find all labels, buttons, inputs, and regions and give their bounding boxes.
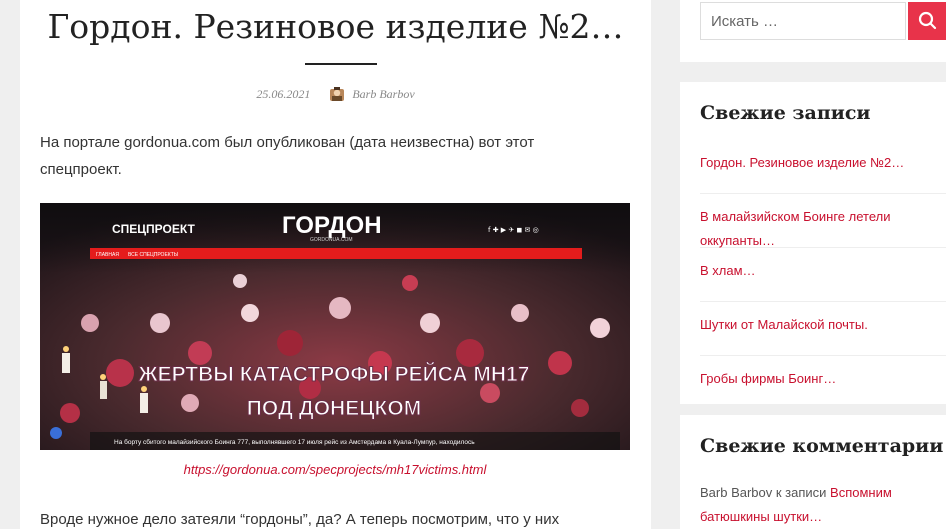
social-icons: f ✚ ▶ ✈ ◼ ✉ ◎ [488,226,539,234]
image-nav-all: ВСЕ СПЕЦПРОЕКТЫ [128,252,179,258]
list-item: Гробы фирмы Боинг… [700,356,946,404]
paragraph-intro: На портале gordonua.com был опубликован … [40,134,535,178]
image-headline-2: ПОД ДОНЕЦКОМ [247,397,421,420]
gordon-logo-sub: GORDONUA.COM [310,237,353,243]
article-image[interactable]: СПЕЦПРОЕКТ ГОРДОН GORDONUA.COM f ✚ ▶ ✈ ◼… [40,203,630,450]
recent-post-link[interactable]: Шутки от Малайской почты. [700,313,930,337]
title-divider [305,63,377,65]
list-item: Шутки от Малайской почты. [700,302,946,356]
recent-posts-title: Свежие записи [700,102,871,124]
comment-connector: к записи [772,485,831,500]
source-link[interactable]: https://gordonua.com/specprojects/mh17vi… [184,462,487,477]
post-date[interactable]: 25.06.2021 [256,87,310,101]
image-nav-home: ГЛАВНАЯ [96,252,119,258]
recent-comments-widget: Свежие комментарии Barb Barbov к записи … [680,415,946,529]
recent-comments-title: Свежие комментарии [700,435,944,457]
comment-author: Barb Barbov [700,485,773,500]
search-button[interactable] [908,2,946,40]
search-icon [918,11,937,30]
recent-post-link[interactable]: Гордон. Резиновое изделие №2… [700,151,930,175]
bell-icon [50,427,62,439]
recent-posts-list: Гордон. Резиновое изделие №2… В малайзий… [700,140,946,404]
gordon-logo: ГОРДОН [282,212,382,239]
image-caption: https://gordonua.com/specprojects/mh17vi… [40,462,630,477]
search-input[interactable] [700,2,906,40]
article: Гордон. Резиновое изделие №2… 25.06.2021… [20,0,651,529]
recent-post-link[interactable]: В хлам… [700,259,930,283]
list-item: В хлам… [700,248,946,302]
gordon-banner-image: СПЕЦПРОЕКТ ГОРДОН GORDONUA.COM f ✚ ▶ ✈ ◼… [40,203,630,450]
spec-label: СПЕЦПРОЕКТ [112,222,195,236]
list-item: В малайзийском Боинге летели оккупанты… [700,194,946,248]
post-meta: 25.06.2021 Barb Barbov [20,86,651,102]
list-item: Гордон. Резиновое изделие №2… [700,140,946,194]
recent-post-link[interactable]: В малайзийском Боинге летели оккупанты… [700,205,930,253]
comment-item: Barb Barbov к записи Вспомним батюшкины … [700,481,930,529]
paragraph-body: Вроде нужное дело затеяли “гордоны”, да?… [40,511,560,528]
image-headline-1: ЖЕРТВЫ КАТАСТРОФЫ РЕЙСА МН17 [138,362,530,386]
search-widget [680,0,946,62]
recent-posts-widget: Свежие записи Гордон. Резиновое изделие … [680,82,946,404]
post-author[interactable]: Barb Barbov [352,87,414,101]
image-bottom-text: На борту сбитого малайзийского Боинга 77… [114,438,475,446]
post-title: Гордон. Резиновое изделие №2… [47,7,624,46]
author-avatar [330,87,345,101]
recent-post-link[interactable]: Гробы фирмы Боинг… [700,367,930,391]
